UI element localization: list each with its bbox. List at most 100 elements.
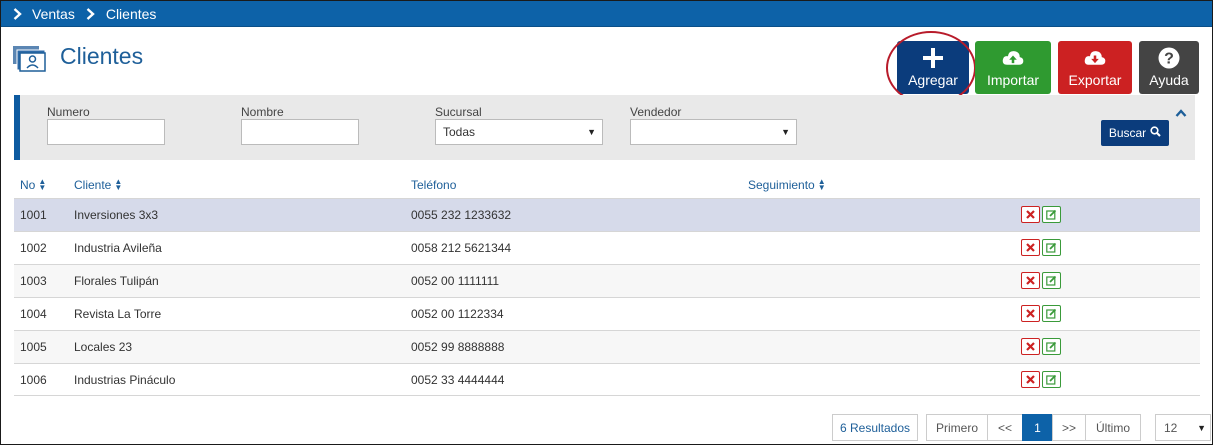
page-title: Clientes: [60, 43, 144, 69]
table-row[interactable]: 1002 Industria Avileña 0058 212 5621344: [14, 231, 1200, 264]
delete-button[interactable]: [1021, 371, 1040, 388]
caret-down-icon: ▼: [781, 127, 790, 137]
cell-cliente: Industrias Pináculo: [74, 373, 176, 387]
delete-button[interactable]: [1021, 338, 1040, 355]
column-no-label: No: [20, 178, 36, 192]
cell-no: 1006: [20, 373, 47, 387]
cell-telefono: 0052 99 8888888: [411, 340, 505, 354]
caret-down-icon: ▼: [1197, 423, 1206, 433]
row-actions: [1021, 206, 1061, 223]
cell-telefono: 0058 212 5621344: [411, 241, 512, 255]
sucursal-value: Todas: [443, 125, 476, 139]
column-seguimiento-label: Seguimiento: [748, 178, 815, 192]
delete-button[interactable]: [1021, 272, 1040, 289]
close-icon: [1026, 243, 1035, 252]
table-header: No ▲ ▼ Cliente ▲ ▼ Teléfono Seguimiento ▲ ▼: [14, 172, 1200, 198]
filter-panel: Numero Nombre Sucursal Todas ▼ Vendedor …: [14, 95, 1195, 160]
delete-button[interactable]: [1021, 239, 1040, 256]
chevron-right-icon: [11, 7, 23, 21]
cell-telefono: 0052 00 1122334: [411, 307, 504, 321]
row-actions: [1021, 272, 1061, 289]
delete-button[interactable]: [1021, 305, 1040, 322]
delete-button[interactable]: [1021, 206, 1040, 223]
nombre-input[interactable]: [241, 119, 359, 145]
sort-icon: ▲ ▼: [817, 177, 826, 192]
buscar-button[interactable]: Buscar: [1101, 120, 1169, 146]
cell-telefono: 0055 232 1233632: [411, 208, 512, 222]
column-cliente[interactable]: Cliente ▲ ▼: [74, 177, 123, 193]
edit-button[interactable]: [1042, 272, 1061, 289]
column-telefono: Teléfono: [411, 178, 456, 192]
table-row[interactable]: 1001 Inversiones 3x3 0055 232 1233632: [14, 198, 1200, 231]
page-size-value: 12: [1164, 420, 1178, 435]
row-actions: [1021, 371, 1061, 388]
cell-cliente: Industria Avileña: [74, 241, 162, 255]
contacts-icon: [12, 45, 48, 73]
cell-no: 1005: [20, 340, 47, 354]
next-page-button[interactable]: >>: [1052, 414, 1086, 441]
vendedor-label: Vendedor: [630, 105, 682, 119]
vendedor-select[interactable]: ▼: [630, 119, 797, 145]
highlight-circle: [886, 31, 976, 105]
ayuda-label: Ayuda: [1149, 72, 1189, 88]
edit-icon: [1046, 242, 1057, 253]
sort-icon: ▲ ▼: [114, 177, 123, 192]
cell-no: 1002: [20, 241, 47, 255]
close-icon: [1026, 309, 1035, 318]
numero-input[interactable]: [47, 119, 165, 145]
sucursal-select[interactable]: Todas ▼: [435, 119, 603, 145]
breadcrumb-ventas[interactable]: Ventas: [32, 6, 75, 22]
svg-text:?: ?: [1164, 51, 1174, 68]
cell-no: 1001: [20, 208, 47, 222]
ayuda-button[interactable]: ? Ayuda: [1139, 41, 1199, 94]
edit-icon: [1046, 209, 1057, 220]
edit-icon: [1046, 341, 1057, 352]
edit-icon: [1046, 374, 1057, 385]
prev-page-button[interactable]: <<: [987, 414, 1023, 441]
cell-cliente: Florales Tulipán: [74, 274, 159, 288]
question-icon: ?: [1158, 47, 1180, 69]
last-page-button[interactable]: Último: [1085, 414, 1141, 441]
nombre-label: Nombre: [241, 105, 284, 119]
edit-button[interactable]: [1042, 338, 1061, 355]
cell-cliente: Locales 23: [74, 340, 133, 354]
cloud-download-icon: [1084, 47, 1106, 69]
first-page-button[interactable]: Primero: [926, 414, 988, 441]
column-no[interactable]: No ▲ ▼: [20, 177, 47, 193]
page-size-select[interactable]: 12 ▼: [1155, 414, 1211, 441]
search-icon: [1150, 126, 1161, 140]
column-telefono-label: Teléfono: [411, 178, 457, 192]
exportar-label: Exportar: [1068, 72, 1122, 88]
buscar-label: Buscar: [1108, 126, 1147, 140]
edit-button[interactable]: [1042, 371, 1061, 388]
page-1-button[interactable]: 1: [1022, 414, 1053, 441]
sucursal-label: Sucursal: [435, 105, 482, 119]
breadcrumb-clientes[interactable]: Clientes: [106, 6, 157, 22]
close-icon: [1026, 210, 1035, 219]
close-icon: [1026, 276, 1035, 285]
edit-icon: [1046, 275, 1057, 286]
column-seguimiento[interactable]: Seguimiento ▲ ▼: [748, 177, 826, 193]
cell-no: 1003: [20, 274, 47, 288]
table-row[interactable]: 1003 Florales Tulipán 0052 00 1111111: [14, 264, 1200, 297]
collapse-icon[interactable]: [1175, 105, 1187, 117]
table-row[interactable]: 1004 Revista La Torre 0052 00 1122334: [14, 297, 1200, 330]
table-row[interactable]: 1005 Locales 23 0052 99 8888888: [14, 330, 1200, 363]
edit-button[interactable]: [1042, 206, 1061, 223]
exportar-button[interactable]: Exportar: [1058, 41, 1132, 94]
edit-button[interactable]: [1042, 239, 1061, 256]
sort-icon: ▲ ▼: [38, 177, 47, 192]
edit-button[interactable]: [1042, 305, 1061, 322]
cell-cliente: Revista La Torre: [74, 307, 162, 321]
cell-cliente: Inversiones 3x3: [74, 208, 159, 222]
chevron-right-icon: [85, 7, 97, 21]
table-row[interactable]: 1006 Industrias Pináculo 0052 33 4444444: [14, 363, 1200, 396]
cell-no: 1004: [20, 307, 47, 321]
results-count: 6 Resultados: [832, 414, 918, 441]
edit-icon: [1046, 308, 1057, 319]
caret-down-icon: ▼: [587, 127, 596, 137]
cell-telefono: 0052 00 1111111: [411, 274, 500, 288]
importar-button[interactable]: Importar: [975, 41, 1051, 94]
close-icon: [1026, 342, 1035, 351]
breadcrumb: Ventas Clientes: [1, 1, 1212, 27]
